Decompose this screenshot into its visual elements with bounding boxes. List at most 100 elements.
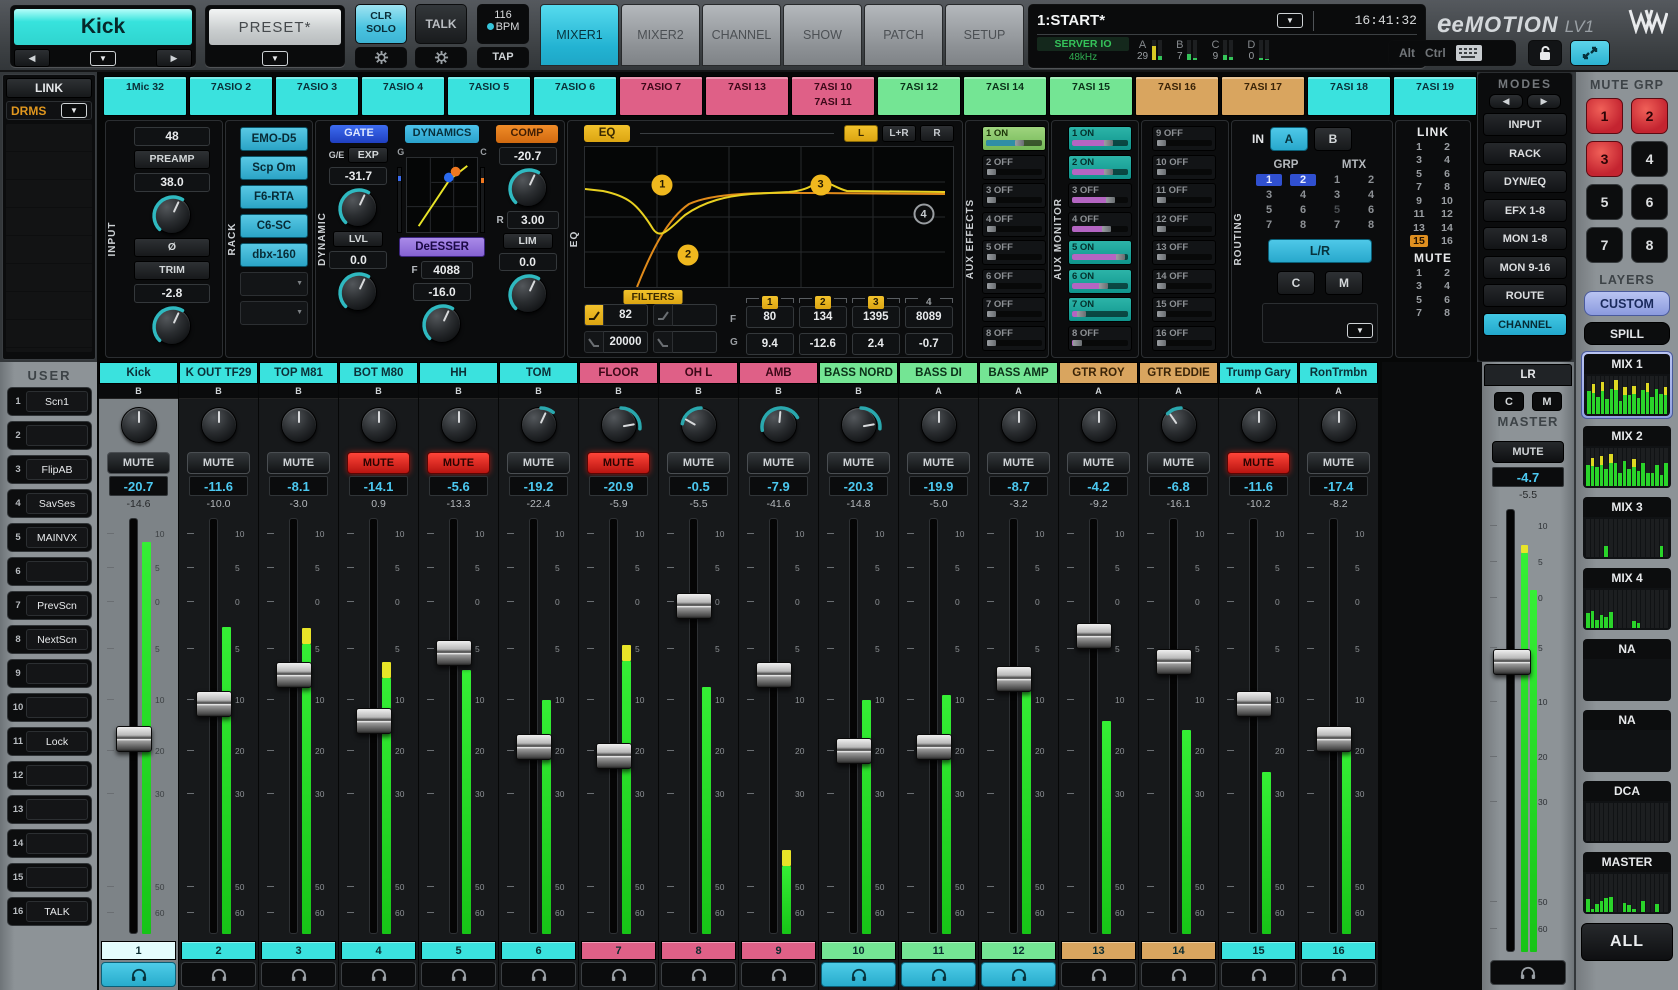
mute-button[interactable]: MUTE [187,452,250,474]
grp-assign-8[interactable]: 8 [1286,219,1320,231]
preamp-button[interactable]: PREAMP [134,150,210,169]
aux-send-4-off[interactable]: 4 OFF [1068,212,1132,237]
rack-slot[interactable]: dbx-160 [240,243,308,267]
mtx-assign-3[interactable]: 3 [1320,189,1354,201]
user-slot-7[interactable]: 7PrevScn [7,591,92,620]
pan-knob[interactable] [1161,407,1197,443]
aux-slider-handle[interactable] [1157,140,1166,146]
fader-track[interactable] [1169,518,1178,934]
user-slot-3[interactable]: 3FlipAB [7,455,92,484]
lock-button[interactable] [1528,40,1562,66]
channel-name[interactable]: TOP M81 [259,362,338,384]
channel-name[interactable]: Trump Gary [1219,362,1298,384]
fader-track[interactable] [849,518,858,934]
aux-send-4-off[interactable]: 4 OFF [982,212,1046,237]
aux-send-12-off[interactable]: 12 OFF [1152,212,1216,237]
link-num-2[interactable]: 2 [1438,141,1456,153]
preset-dropdown[interactable] [262,51,288,66]
mode-mon-1-8[interactable]: MON 1-8 [1483,227,1567,250]
eq-band-gain-value[interactable]: -12.6 [799,333,847,355]
mtx-assign-2[interactable]: 2 [1354,174,1388,186]
mode-channel[interactable]: CHANNEL [1483,313,1567,336]
fader-track[interactable] [1249,518,1258,934]
rack-slot[interactable]: Scp Om [240,156,308,180]
grp-assign-2[interactable]: 2 [1290,174,1316,186]
aux-send-8-off[interactable]: 8 OFF [1068,326,1132,351]
fader-cap[interactable] [196,691,232,717]
patch-cell[interactable]: 7ASI 14 [963,76,1047,116]
input-b-button[interactable]: B [1314,127,1352,151]
tab-patch[interactable]: PATCH [864,4,943,66]
fader-cap[interactable] [516,734,552,760]
aux-send-8-off[interactable]: 8 OFF [982,326,1046,351]
fader-cap[interactable] [356,708,392,734]
user-slot-10[interactable]: 10 [7,693,92,722]
aux-send-7-on[interactable]: 7 ON [1068,297,1132,322]
fader-cap[interactable] [836,738,872,764]
fader-area[interactable]: 105051020305060 [499,514,578,940]
dynamics-threshold-knob[interactable] [423,305,461,343]
mode-efx-1-8[interactable]: EFX 1-8 [1483,199,1567,222]
mute-button[interactable]: MUTE [827,452,890,474]
master-fader-cap[interactable] [1493,649,1531,675]
bpm-display[interactable]: 116 BPM [477,4,529,44]
center-assign-button[interactable]: C [1277,271,1315,295]
cue-button[interactable] [661,962,736,987]
eq-band-gain-value[interactable]: -0.7 [905,333,953,355]
grp-assign-5[interactable]: 5 [1252,204,1286,216]
fader-area[interactable]: 105051020305060 [579,514,658,940]
eq-right-button[interactable]: R [920,125,954,142]
tap-tempo-button[interactable]: TAP [477,47,529,68]
lpf-freq-value[interactable]: 20000 [604,331,648,353]
pan-knob[interactable] [281,407,317,443]
eq-left-button[interactable]: L [844,125,878,142]
rack-slot[interactable]: C6-SC [240,214,308,238]
pan-knob[interactable] [361,407,397,443]
fader-cap[interactable] [436,640,472,666]
talkback-settings-button[interactable] [415,47,467,68]
cue-button[interactable] [901,962,976,987]
fader-cap[interactable] [1076,623,1112,649]
patch-cell[interactable]: 7ASI 19 [1393,76,1477,116]
fader-area[interactable]: 105051020305060 [1219,514,1298,940]
cue-button[interactable] [581,962,656,987]
modes-prev-button[interactable] [1489,94,1523,109]
fader-cap[interactable] [1156,649,1192,675]
fader-area[interactable]: 105051020305060 [819,514,898,940]
preamp-gain-knob[interactable] [153,196,191,234]
fader-cap[interactable] [756,662,792,688]
pan-knob[interactable] [441,407,477,443]
rack-empty-slot[interactable] [240,272,308,296]
rack-slot[interactable]: F6-RTA [240,185,308,209]
fader-track[interactable] [689,518,698,934]
channel-name[interactable]: RonTrmbn [1299,362,1378,384]
user-slot-12[interactable]: 12 [7,761,92,790]
spill-button[interactable]: SPILL [1584,322,1670,345]
cue-button[interactable] [741,962,816,987]
fader-cap[interactable] [276,662,312,688]
phantom-48v-button[interactable]: 48 [134,127,210,146]
mute-button[interactable]: MUTE [427,452,490,474]
comp-threshold-knob[interactable] [509,169,547,207]
fader-area[interactable]: 105051020305060 [339,514,418,940]
cue-button[interactable] [421,962,496,987]
aux-send-2-off[interactable]: 2 OFF [982,155,1046,180]
gate-threshold-knob[interactable] [339,189,377,227]
aux-slider-handle[interactable] [1102,226,1111,232]
fader-track[interactable] [289,518,298,934]
cue-button[interactable] [981,962,1056,987]
fader-cap[interactable] [1236,691,1272,717]
eq-band2-handle[interactable]: 2 [678,244,699,265]
aux-send-7-off[interactable]: 7 OFF [982,297,1046,322]
limiter-button[interactable]: LIM [503,233,553,249]
pan-knob[interactable] [1081,407,1117,443]
mute-button[interactable]: MUTE [667,452,730,474]
aux-send-14-off[interactable]: 14 OFF [1152,269,1216,294]
patch-cell[interactable]: 7ASIO 3 [275,76,359,116]
aux-slider-handle[interactable] [1157,197,1166,203]
mute-button[interactable]: MUTE [987,452,1050,474]
master-c-button[interactable]: C [1494,392,1524,411]
prev-channel-button[interactable] [14,49,50,67]
fader-track[interactable] [1009,518,1018,934]
channel-name[interactable]: BASS NORD [819,362,898,384]
